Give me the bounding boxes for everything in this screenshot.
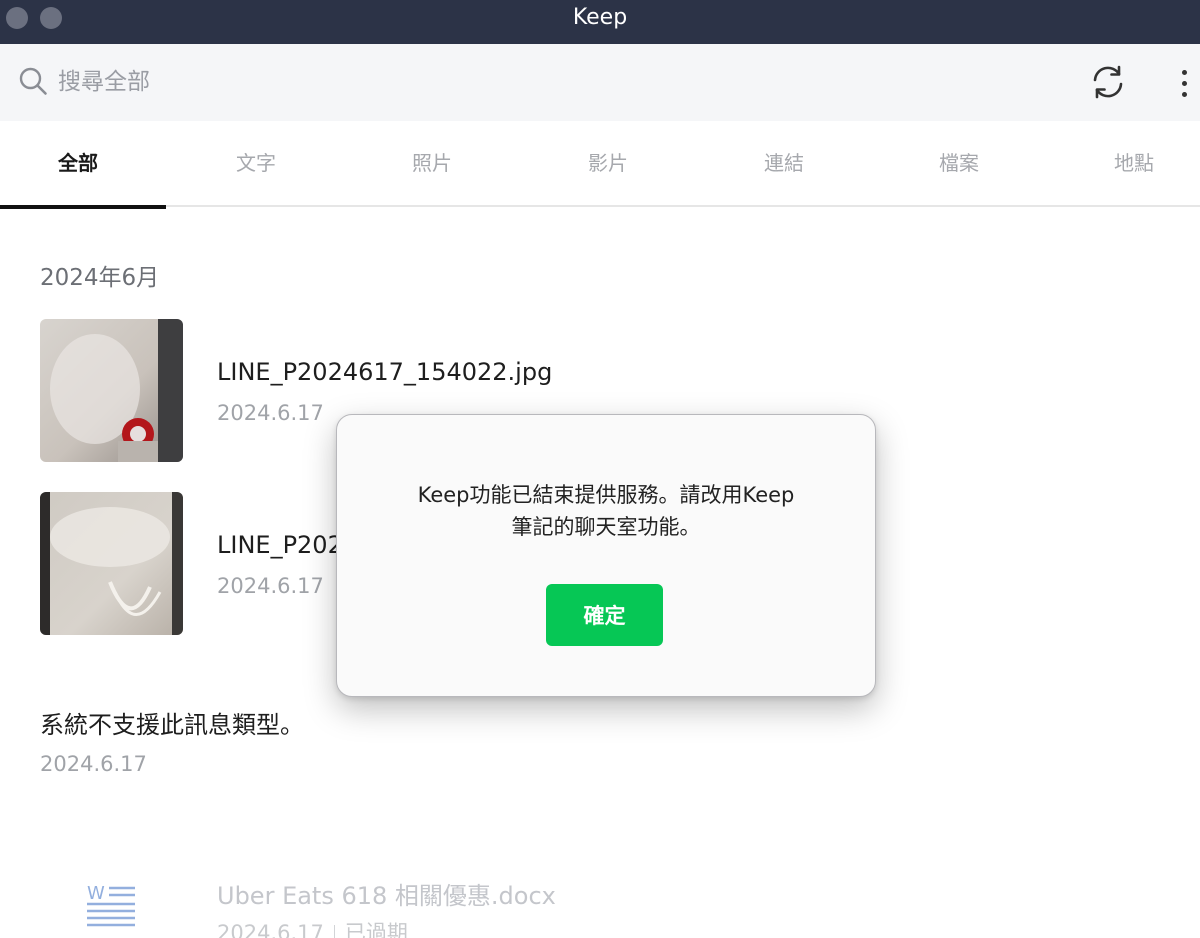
window-title: Keep — [572, 5, 628, 30]
photo-image — [40, 319, 183, 462]
section-month-header: 2024年6月 — [40, 265, 160, 291]
title-bar: Keep — [0, 0, 1200, 44]
tab-videos[interactable]: 影片 — [520, 121, 696, 207]
refresh-button[interactable] — [1088, 62, 1128, 102]
toolbar — [0, 44, 1200, 121]
search-icon — [19, 67, 47, 95]
photo-image — [40, 492, 183, 635]
file-name[interactable]: LINE_P2024617_154022.jpg — [217, 358, 552, 386]
refresh-icon — [1093, 65, 1123, 99]
service-ended-dialog: Keep功能已結束提供服務。請改用Keep 筆記的聊天室功能。 確定 — [336, 414, 876, 697]
unsupported-message-date: 2024.6.17 — [40, 752, 147, 776]
photo-thumbnail[interactable] — [40, 319, 183, 462]
category-tabs: 全部 文字 照片 影片 連結 檔案 地點 — [0, 121, 1200, 209]
search-input[interactable] — [58, 65, 658, 99]
photo-thumbnail[interactable] — [40, 492, 183, 635]
tab-links[interactable]: 連結 — [696, 121, 872, 207]
dialog-message-line: 筆記的聊天室功能。 — [511, 515, 701, 539]
file-date: 2024.6.17 — [217, 574, 324, 598]
expired-status: 已過期 — [344, 921, 408, 938]
tab-photos[interactable]: 照片 — [344, 121, 520, 207]
dialog-message: Keep功能已結束提供服務。請改用Keep 筆記的聊天室功能。 — [377, 479, 835, 543]
confirm-button[interactable]: 確定 — [546, 584, 663, 646]
file-date: 2024.6.17 — [217, 921, 324, 938]
tab-text[interactable]: 文字 — [168, 121, 344, 207]
keep-window: Keep 全部 文字 照片 影片 連結 檔案 地點 — [0, 0, 1200, 938]
file-meta: 2024.6.17 已過期 — [217, 917, 408, 938]
svg-text:W: W — [87, 883, 105, 904]
tab-all[interactable]: 全部 — [0, 121, 166, 209]
divider — [333, 925, 335, 938]
word-document-icon: W — [87, 883, 135, 927]
more-options-button[interactable] — [1170, 64, 1198, 102]
more-vertical-icon-dot — [1182, 81, 1187, 86]
tab-files[interactable]: 檔案 — [871, 121, 1047, 207]
tab-locations[interactable]: 地點 — [1046, 121, 1200, 207]
unsupported-message-text: 系統不支援此訊息類型。 — [40, 711, 304, 739]
file-name[interactable]: Uber Eats 618 相關優惠.docx — [217, 876, 556, 911]
file-date: 2024.6.17 — [217, 401, 324, 425]
more-vertical-icon — [1182, 70, 1187, 75]
file-name[interactable]: LINE_P202 — [217, 531, 343, 559]
dialog-message-line: Keep功能已結束提供服務。請改用Keep — [417, 483, 795, 507]
more-vertical-icon-dot — [1182, 92, 1187, 97]
